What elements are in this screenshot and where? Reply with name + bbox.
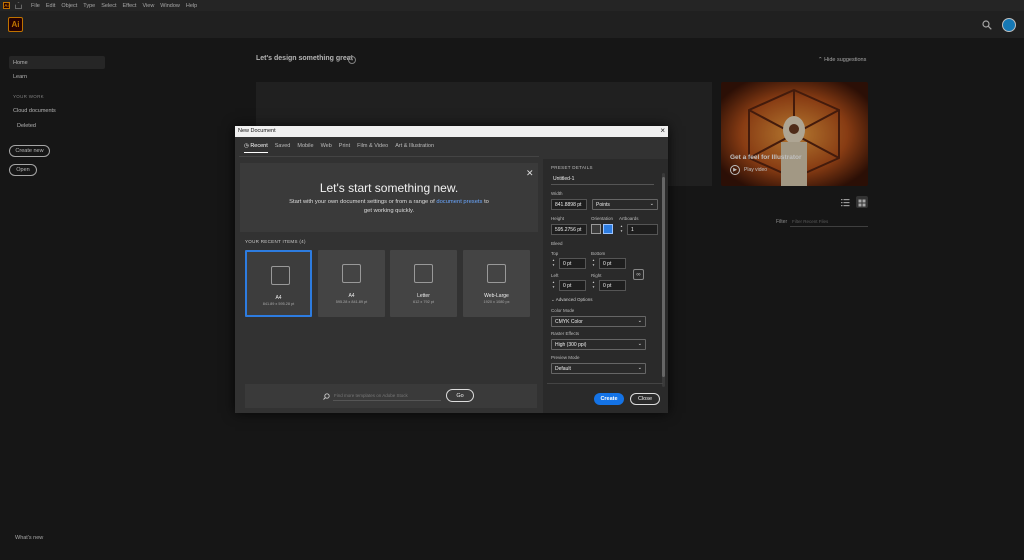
recent-item-name: Web-Large	[484, 293, 509, 299]
preview-mode-select[interactable]: Default ⌄	[551, 363, 646, 374]
template-search-bar: Find more templates on Adobe Stock Go	[245, 384, 537, 408]
tab-art-illustration[interactable]: Art & Illustration	[395, 143, 434, 153]
recent-items-heading: YOUR RECENT ITEMS (4)	[245, 239, 306, 244]
document-name-input[interactable]: Untitled-1	[551, 174, 654, 185]
search-icon	[323, 393, 330, 400]
preview-mode-label: Preview Mode	[551, 355, 580, 360]
raster-effects-value: High (300 ppi)	[555, 342, 587, 348]
recent-item-name: A4	[348, 293, 355, 299]
height-input[interactable]: 595.2756 pt	[551, 224, 587, 235]
raster-effects-label: Raster Effects	[551, 331, 580, 336]
preset-details-panel: PRESET DETAILS Untitled-1 Width 841.8898…	[543, 159, 668, 413]
bleed-right-stepper[interactable]: ▲ ▼	[592, 280, 597, 291]
advanced-options-toggle[interactable]: ⌄ Advanced Options	[551, 297, 593, 303]
bleed-left-input[interactable]: 0 pt	[559, 280, 586, 291]
recent-item-card[interactable]: Web-Large 1920 x 1080 px	[463, 250, 530, 317]
tab-saved[interactable]: Saved	[275, 143, 291, 153]
preset-tabs: ◷ Recent Saved Mobile Web Print Film & V…	[244, 143, 441, 153]
template-search-input[interactable]: Find more templates on Adobe Stock	[333, 391, 441, 401]
recent-count: (4)	[299, 239, 306, 244]
tab-mobile[interactable]: Mobile	[297, 143, 313, 153]
bleed-top-stepper[interactable]: ▲ ▼	[552, 258, 557, 269]
chevron-down-icon: ⌄	[637, 365, 642, 371]
dialog-title: New Document	[238, 128, 276, 134]
dialog-title-bar: New Document ×	[235, 126, 668, 137]
tab-recent-label: Recent	[250, 143, 268, 149]
close-icon[interactable]: ×	[660, 126, 665, 135]
banner-line2: get working quickly.	[363, 208, 415, 214]
chevron-down-icon: ⌄	[637, 318, 642, 324]
recent-heading-text: YOUR RECENT ITEMS	[245, 239, 298, 244]
tab-web[interactable]: Web	[321, 143, 332, 153]
bleed-top-label: Top	[551, 251, 559, 256]
footer-divider	[547, 383, 663, 384]
close-banner-icon[interactable]: ✕	[526, 168, 534, 179]
bleed-right-label: Right	[591, 273, 602, 278]
bleed-bottom-input[interactable]: 0 pt	[599, 258, 626, 269]
link-icon[interactable]: ∞	[633, 269, 644, 280]
recent-item-card[interactable]: A4 595.28 x 841.89 pt	[318, 250, 385, 317]
width-input[interactable]: 841.8898 pt	[551, 199, 587, 210]
bleed-top-input[interactable]: 0 pt	[559, 258, 586, 269]
go-button[interactable]: Go	[446, 389, 474, 402]
artboards-input[interactable]: 1	[627, 224, 658, 235]
banner-line1: Start with your own document settings or…	[289, 199, 435, 205]
color-mode-select[interactable]: CMYK Color ⌄	[551, 316, 646, 327]
bleed-label: Bleed	[551, 241, 563, 246]
recent-item-name: A4	[275, 295, 282, 301]
preview-mode-value: Default	[555, 366, 571, 372]
artboards-label: Artboards	[619, 216, 639, 221]
recent-item-card[interactable]: Letter 612 x 792 pt	[390, 250, 457, 317]
document-preset-icon	[271, 266, 290, 285]
document-preset-icon	[342, 264, 361, 283]
landscape-icon[interactable]	[603, 224, 613, 234]
recent-item-card[interactable]: A4 841.89 x 595.28 pt	[245, 250, 312, 317]
units-select[interactable]: Points ⌄	[592, 199, 658, 210]
recent-item-size: 1920 x 1080 px	[483, 300, 510, 304]
artboards-stepper[interactable]: ▲ ▼	[620, 224, 625, 235]
banner-subtitle: Start with your own document settings or…	[280, 198, 498, 216]
tab-print[interactable]: Print	[339, 143, 350, 153]
scrollbar-thumb[interactable]	[662, 177, 665, 377]
color-mode-label: Color Mode	[551, 308, 575, 313]
chevron-down-icon: ⌄	[637, 341, 642, 347]
new-document-dialog: New Document × ◷ Recent Saved Mobile Web…	[235, 126, 668, 413]
portrait-icon[interactable]	[591, 224, 601, 234]
tab-film-video[interactable]: Film & Video	[357, 143, 388, 153]
document-preset-icon	[414, 264, 433, 283]
bleed-left-stepper[interactable]: ▲ ▼	[552, 280, 557, 291]
height-label: Height	[551, 216, 565, 221]
recent-item-size: 612 x 792 pt	[413, 300, 434, 304]
recent-item-name: Letter	[417, 293, 430, 299]
units-value: Points	[596, 202, 610, 208]
advanced-options-label: Advanced Options	[555, 297, 593, 302]
orientation-label: Orientation	[591, 216, 614, 221]
document-presets-link[interactable]: document presets	[436, 199, 482, 205]
web-preset-icon	[487, 264, 506, 283]
chevron-down-icon: ⌄	[649, 201, 654, 207]
tab-divider	[239, 156, 539, 157]
recent-item-size: 595.28 x 841.89 pt	[335, 300, 368, 304]
welcome-banner: ✕ Let's start something new. Start with …	[240, 163, 538, 232]
create-button[interactable]: Create	[594, 393, 624, 405]
bleed-bottom-stepper[interactable]: ▲ ▼	[592, 258, 597, 269]
preset-details-heading: PRESET DETAILS	[551, 165, 593, 170]
close-button[interactable]: Close	[630, 393, 660, 405]
raster-effects-select[interactable]: High (300 ppi) ⌄	[551, 339, 646, 350]
recent-item-size: 841.89 x 595.28 pt	[262, 302, 295, 306]
bleed-left-label: Left	[551, 273, 559, 278]
banner-line1-end: to	[484, 199, 489, 205]
banner-title: Let's start something new.	[319, 181, 459, 195]
bleed-bottom-label: Bottom	[591, 251, 606, 256]
tab-recent[interactable]: ◷ Recent	[244, 143, 268, 153]
color-mode-value: CMYK Color	[555, 319, 583, 325]
bleed-right-input[interactable]: 0 pt	[599, 280, 626, 291]
width-label: Width	[551, 191, 563, 196]
